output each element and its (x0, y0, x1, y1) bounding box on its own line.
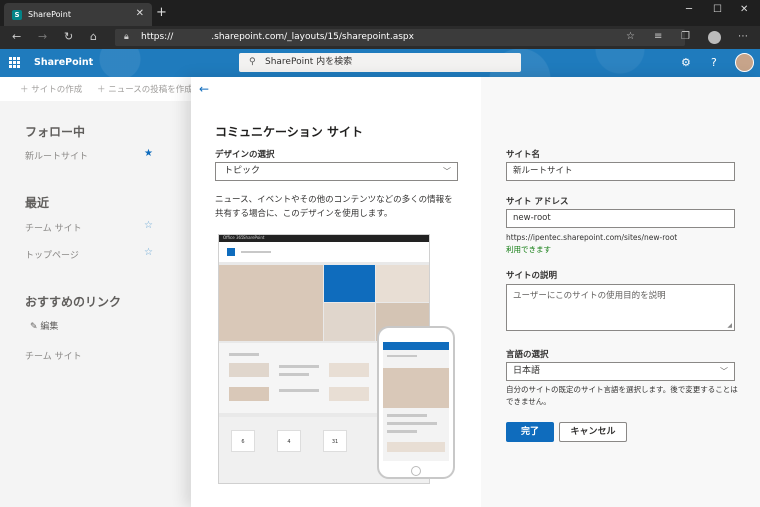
language-select[interactable]: 日本語 ﹀ (506, 362, 735, 381)
create-site-button[interactable]: ＋ サイトの作成 (20, 83, 82, 95)
site-name-label: サイト名 (506, 150, 541, 160)
sharepoint-search-box[interactable]: ⚲ SharePoint 内を検索 (239, 53, 521, 72)
tab-title: SharePoint (28, 10, 71, 19)
site-address-input[interactable]: new-root (506, 209, 735, 228)
sharepoint-suite-bar: SharePoint ⚲ SharePoint 内を検索 ⚙ ? (0, 49, 760, 77)
design-description: ニュース、イベントやその他のコンテンツなどの多くの情報を共有する場合に、このデザ… (215, 195, 453, 219)
filled-star-icon[interactable]: ★ (144, 148, 153, 159)
preview-card: 31 (323, 430, 347, 452)
resize-handle-icon[interactable]: ◢ (727, 322, 732, 329)
window-close-icon[interactable]: ✕ (740, 4, 748, 15)
address-bar: ← → ↻ ⌂ 🔒︎ https:// .sharepoint.com/_layo… (0, 26, 760, 49)
pencil-icon: ✎ (30, 322, 41, 332)
recent-item[interactable]: トップページ (25, 248, 79, 261)
profile-icon[interactable] (708, 31, 721, 44)
search-placeholder: SharePoint 内を検索 (265, 57, 353, 67)
site-name-input[interactable]: 新ルートサイト (506, 162, 735, 181)
language-label: 言語の選択 (506, 350, 549, 360)
site-description-placeholder: ユーザーにこのサイトの使用目的を説明 (513, 291, 666, 301)
recent-heading: 最近 (25, 196, 50, 210)
maximize-icon[interactable]: ☐ (713, 4, 722, 15)
sharepoint-favicon-icon: S (12, 9, 22, 20)
chevron-down-icon: ﹀ (720, 367, 728, 376)
sharepoint-brand[interactable]: SharePoint (34, 57, 93, 68)
command-bar: ＋ サイトの作成 ＋ ニュースの投稿を作成 (0, 77, 200, 101)
language-value: 日本語 (513, 366, 541, 376)
design-select-label: デザインの選択 (215, 150, 275, 160)
mobile-preview-image (377, 326, 455, 479)
preview-bar-mid: SharePoint (243, 235, 265, 240)
create-site-panel: ← コミュニケーション サイト デザインの選択 トピック ﹀ ニュース、イベント… (191, 77, 760, 507)
availability-status: 利用できます (506, 245, 551, 254)
recommended-link-item[interactable]: チーム サイト (25, 349, 82, 362)
favorite-star-icon[interactable]: ☆ (626, 31, 635, 42)
browser-tab-bar: S SharePoint ✕ + ─ ☐ ✕ (0, 0, 760, 26)
back-arrow-icon[interactable]: ← (199, 82, 209, 96)
user-avatar[interactable] (735, 53, 754, 72)
following-heading: フォロー中 (25, 125, 86, 139)
site-url-preview: https://ipentec.sharepoint.com/sites/new… (506, 233, 678, 242)
back-icon[interactable]: ← (12, 30, 21, 43)
site-address-label: サイト アドレス (506, 197, 569, 207)
help-icon[interactable]: ? (711, 56, 717, 69)
refresh-icon[interactable]: ↻ (64, 30, 73, 43)
finish-button[interactable]: 完了 (506, 422, 554, 442)
preview-bar-left: Office 365 (223, 235, 244, 240)
outline-star-icon[interactable]: ☆ (144, 247, 153, 258)
site-description-textarea[interactable]: ユーザーにこのサイトの使用目的を説明 ◢ (506, 284, 735, 331)
edit-links-button[interactable]: ✎ 編集 (30, 319, 58, 332)
new-tab-button[interactable]: + (156, 5, 167, 20)
collections-icon[interactable]: ❐ (681, 31, 690, 42)
recent-item[interactable]: チーム サイト (25, 221, 82, 234)
following-item[interactable]: 新ルートサイト (25, 149, 88, 162)
url-prefix: https:// (141, 32, 174, 42)
chevron-down-icon: ﹀ (443, 167, 451, 176)
browser-tab[interactable]: S SharePoint ✕ (4, 3, 152, 26)
design-select[interactable]: トピック ﹀ (215, 162, 458, 181)
more-icon[interactable]: ⋯ (738, 31, 748, 42)
cancel-button[interactable]: キャンセル (559, 422, 627, 442)
left-navigation: フォロー中 新ルートサイト ★ 最近 チーム サイト ☆ トップページ ☆ おす… (0, 101, 191, 507)
design-pane: ← コミュニケーション サイト デザインの選択 トピック ﹀ ニュース、イベント… (191, 77, 481, 507)
preview-card: 4 (277, 430, 301, 452)
site-description-label: サイトの説明 (506, 271, 558, 281)
favorites-list-icon[interactable]: ≡ (654, 31, 662, 42)
preview-card: 6 (231, 430, 255, 452)
search-icon: ⚲ (249, 57, 256, 67)
forward-icon[interactable]: → (38, 30, 47, 43)
home-icon[interactable]: ⌂ (90, 30, 97, 43)
create-news-button[interactable]: ＋ ニュースの投稿を作成 (97, 83, 193, 95)
minimize-icon[interactable]: ─ (686, 4, 692, 15)
recommended-links-heading: おすすめのリンク (25, 295, 122, 309)
tab-close-icon[interactable]: ✕ (136, 8, 144, 19)
lock-icon: 🔒︎ (124, 32, 129, 42)
language-note: 自分のサイトの既定のサイト言語を選択します。後で変更することはできません。 (506, 385, 738, 406)
settings-gear-icon[interactable]: ⚙ (681, 56, 691, 69)
app-launcher-icon[interactable] (9, 57, 20, 68)
url-field[interactable]: 🔒︎ https:// .sharepoint.com/_layouts/15/s… (115, 29, 685, 46)
url-path: .sharepoint.com/_layouts/15/sharepoint.a… (211, 32, 414, 42)
design-select-value: トピック (224, 166, 261, 176)
outline-star-icon[interactable]: ☆ (144, 220, 153, 231)
design-title: コミュニケーション サイト (215, 125, 363, 139)
